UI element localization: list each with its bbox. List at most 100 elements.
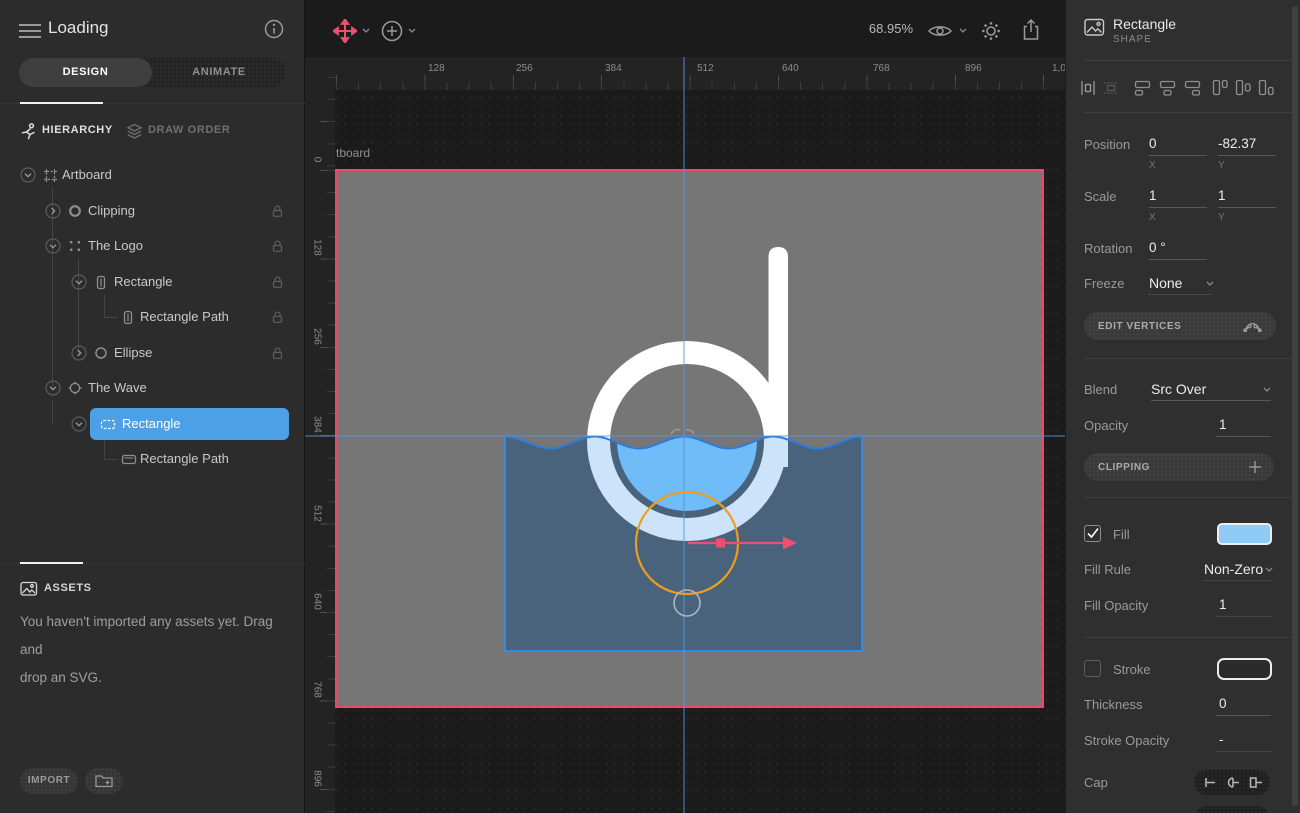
tab-draw-order[interactable]: DRAW ORDER xyxy=(148,124,230,136)
chevron-down-icon xyxy=(1206,281,1214,287)
lock-icon[interactable] xyxy=(271,204,284,218)
align-bottom-icon[interactable] xyxy=(1258,79,1275,96)
create-tool-icon[interactable] xyxy=(381,20,403,42)
menu-icon[interactable] xyxy=(19,23,41,39)
tree-row-clipping[interactable]: Clipping xyxy=(0,195,305,227)
assets-title[interactable]: ASSETS xyxy=(44,582,92,594)
clipping-button[interactable]: CLIPPING xyxy=(1084,453,1274,481)
add-folder-button[interactable] xyxy=(85,768,123,794)
fill-opacity-field[interactable]: 1 xyxy=(1216,595,1271,617)
project-title: Loading xyxy=(48,18,109,38)
canvas-area[interactable]: 68.95% 128 256 384 512 640 768 896 1,02 … xyxy=(305,0,1065,813)
zoom-level[interactable]: 68.95% xyxy=(821,21,913,36)
lock-icon[interactable] xyxy=(271,275,284,289)
distribute-vertical-icon[interactable] xyxy=(1080,80,1096,96)
export-icon[interactable] xyxy=(1021,18,1041,41)
collapse-chevron-icon[interactable] xyxy=(71,345,87,361)
freeze-label: Freeze xyxy=(1084,276,1124,291)
ruler-tick-label: 768 xyxy=(873,63,890,74)
stroke-opacity-field[interactable]: - xyxy=(1216,730,1271,752)
fill-color-swatch[interactable] xyxy=(1217,523,1272,545)
tree-row-the-logo[interactable]: The Logo xyxy=(0,230,305,262)
chevron-down-icon[interactable] xyxy=(408,28,416,34)
artboard-label[interactable]: tboard xyxy=(336,146,370,160)
tree-row-rectangle-path[interactable]: Rectangle Path xyxy=(0,443,305,475)
scale-y-field[interactable]: 1 xyxy=(1218,186,1276,208)
chevron-down-icon[interactable] xyxy=(362,28,370,34)
tab-design[interactable]: DESIGN xyxy=(19,58,152,87)
visibility-icon[interactable] xyxy=(927,23,953,39)
position-label: Position xyxy=(1084,137,1130,152)
lock-icon[interactable] xyxy=(271,239,284,253)
import-button[interactable]: IMPORT xyxy=(20,768,78,794)
tree-row-the-wave[interactable]: The Wave xyxy=(0,372,305,404)
tree-row-ellipse[interactable]: Ellipse xyxy=(0,337,305,369)
active-tab-underline xyxy=(20,562,83,564)
thickness-field[interactable]: 0 xyxy=(1216,694,1271,716)
freeze-dropdown[interactable]: None xyxy=(1149,273,1211,295)
settings-gear-icon[interactable] xyxy=(980,20,1002,42)
opacity-field[interactable]: 1 xyxy=(1216,415,1271,437)
fill-label: Fill xyxy=(1113,527,1130,542)
collapse-chevron-icon[interactable] xyxy=(45,203,61,219)
ruler-tick-label: 256 xyxy=(516,63,533,74)
align-left-icon[interactable] xyxy=(1134,80,1151,96)
sidebar-header: Loading xyxy=(0,14,304,50)
lock-icon[interactable] xyxy=(271,310,284,324)
align-top-icon[interactable] xyxy=(1212,79,1229,96)
info-icon[interactable] xyxy=(264,19,284,39)
stroke-label: Stroke xyxy=(1113,662,1151,677)
tree-label: Artboard xyxy=(62,167,112,182)
cap-square-icon[interactable] xyxy=(1248,776,1264,789)
ruler-tick-label: 640 xyxy=(312,587,323,617)
tree-label: Rectangle Path xyxy=(140,309,229,324)
edit-vertices-button[interactable]: EDIT VERTICES xyxy=(1084,312,1276,340)
tree-row-rectangle-path[interactable]: Rectangle Path xyxy=(0,301,305,333)
scrollbar-thumb[interactable] xyxy=(1292,6,1298,806)
cap-butt-icon[interactable] xyxy=(1202,776,1218,789)
rotation-label: Rotation xyxy=(1084,241,1132,256)
expand-chevron-icon[interactable] xyxy=(45,238,61,254)
thickness-label: Thickness xyxy=(1084,697,1143,712)
active-tab-underline xyxy=(20,102,103,104)
blend-label: Blend xyxy=(1084,382,1117,397)
axis-y-label: Y xyxy=(1218,160,1225,171)
tree-row-rectangle-selected[interactable]: Rectangle xyxy=(0,408,305,440)
position-x-field[interactable]: 0 xyxy=(1149,134,1207,156)
position-y-field[interactable]: -82.37 xyxy=(1218,134,1276,156)
blend-dropdown[interactable]: Src Over xyxy=(1151,379,1271,401)
ruler-tick-label: 640 xyxy=(782,63,799,74)
align-center-horizontal-icon[interactable] xyxy=(1159,80,1176,96)
align-right-icon[interactable] xyxy=(1184,80,1201,96)
ruler-tick-label: 896 xyxy=(965,63,982,74)
chevron-down-icon xyxy=(1263,387,1271,393)
axis-x-label: X xyxy=(1149,212,1156,223)
chevron-down-icon[interactable] xyxy=(959,28,967,34)
hierarchy-icon xyxy=(20,123,37,140)
tree-row-artboard[interactable]: Artboard xyxy=(0,159,305,191)
distribute-horizontal-icon[interactable] xyxy=(1103,80,1119,96)
tab-animate[interactable]: ANIMATE xyxy=(152,58,286,87)
tab-hierarchy[interactable]: HIERARCHY xyxy=(42,124,113,136)
expand-chevron-icon[interactable] xyxy=(45,380,61,396)
ruler-horizontal[interactable] xyxy=(305,57,1065,90)
fill-rule-dropdown[interactable]: Non-Zero xyxy=(1204,559,1271,581)
align-middle-vertical-icon[interactable] xyxy=(1235,79,1252,96)
move-tool-icon[interactable] xyxy=(333,19,357,43)
tree-row-rectangle[interactable]: Rectangle xyxy=(0,266,305,298)
panel-tabs: HIERARCHY DRAW ORDER xyxy=(0,120,304,144)
fill-checkbox[interactable] xyxy=(1084,525,1101,542)
stroke-checkbox[interactable] xyxy=(1084,660,1101,677)
tree-label: The Wave xyxy=(88,380,147,395)
lock-icon[interactable] xyxy=(271,346,284,360)
cap-round-icon[interactable] xyxy=(1225,776,1241,789)
fill-rule-label: Fill Rule xyxy=(1084,562,1131,577)
stroke-color-swatch[interactable] xyxy=(1217,658,1272,680)
ruler-tick-label: 768 xyxy=(312,675,323,705)
expand-chevron-icon[interactable] xyxy=(20,167,36,183)
rotation-field[interactable]: 0 ° xyxy=(1149,238,1207,260)
cap-options xyxy=(1194,770,1270,795)
expand-chevron-icon[interactable] xyxy=(71,416,87,432)
expand-chevron-icon[interactable] xyxy=(71,274,87,290)
scale-x-field[interactable]: 1 xyxy=(1149,186,1207,208)
